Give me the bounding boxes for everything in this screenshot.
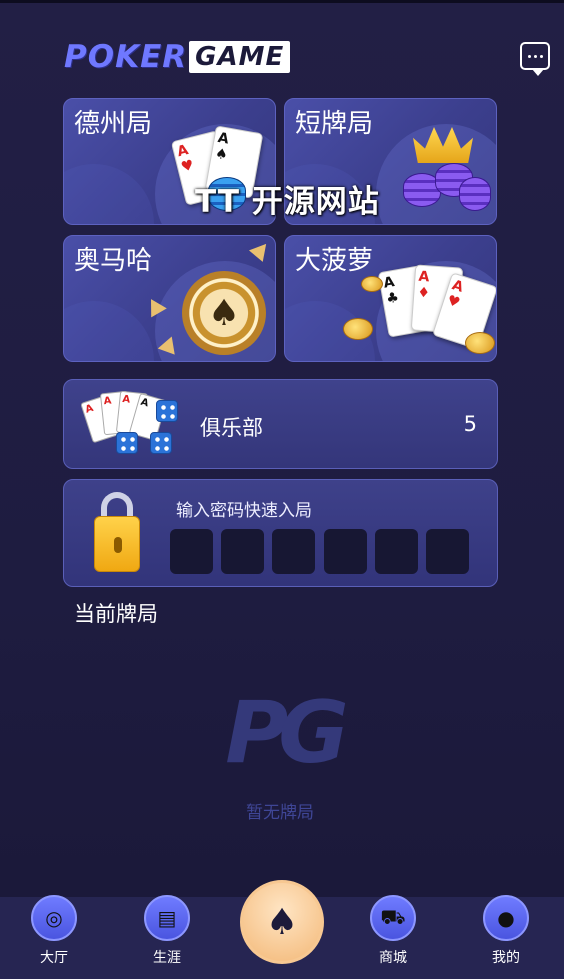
logo-poker-text: POKER: [64, 39, 188, 75]
nav-item-profile[interactable]: ● 我的: [466, 895, 546, 967]
pin-digit-input[interactable]: [272, 529, 315, 574]
dice-icon: [116, 432, 138, 454]
center-play-button[interactable]: ♠: [240, 880, 324, 964]
triangle-decoration: [248, 238, 274, 262]
password-title: 输入密码快速入局: [176, 501, 312, 521]
club-label: 俱乐部: [200, 416, 263, 440]
password-entry-panel: 输入密码快速入局: [63, 479, 498, 587]
game-card-pineapple[interactable]: 大菠萝 A ♣ A ♦ A ♥: [284, 235, 497, 362]
pin-digit-input[interactable]: [426, 529, 469, 574]
nav-item-career[interactable]: ▤ 生涯: [127, 895, 207, 967]
current-games-title: 当前牌局: [74, 602, 158, 626]
spade-chip-icon: ♠: [182, 271, 266, 355]
dice-icon: [150, 432, 172, 454]
nav-label: 我的: [492, 950, 520, 966]
pin-digit-input[interactable]: [221, 529, 264, 574]
spade-icon: ♠: [265, 901, 299, 943]
game-label: 奥马哈: [74, 246, 153, 276]
card-decoration: [64, 164, 154, 224]
pin-digit-input[interactable]: [375, 529, 418, 574]
dice-icon: [156, 400, 178, 422]
lock-icon-body: [94, 516, 140, 572]
chat-icon: [527, 54, 531, 58]
club-entry[interactable]: A A A A 俱乐部 5: [63, 379, 498, 469]
game-card-omaha[interactable]: 奥马哈 ♠: [63, 235, 276, 362]
nav-label: 商城: [379, 950, 407, 966]
message-button[interactable]: [520, 42, 550, 76]
logo-game-text: GAME: [189, 41, 291, 73]
app-logo: POKER GAME: [64, 39, 291, 75]
coin-icon: [343, 318, 373, 340]
lobby-icon: ◎: [31, 895, 77, 941]
coin-icon: [465, 332, 495, 354]
club-count: 5: [463, 412, 477, 436]
empty-state-text: 暂无牌局: [246, 803, 314, 823]
pin-digit-input[interactable]: [324, 529, 367, 574]
status-bar: [0, 0, 564, 3]
nav-item-shop[interactable]: ⛟ 商城: [353, 895, 433, 967]
empty-state-logo: PG: [225, 683, 349, 783]
nav-label: 生涯: [153, 950, 181, 966]
watermark-text: TT 开源网站: [195, 184, 380, 220]
cart-icon: ⛟: [370, 895, 416, 941]
chat-icon-dot: [533, 54, 537, 58]
user-icon: ●: [483, 895, 529, 941]
game-label: 大菠萝: [295, 246, 374, 276]
game-label: 短牌局: [295, 109, 374, 139]
card-decoration: [64, 301, 154, 361]
app-screen: POKER GAME 德州局 A ♥ A ♠ 短牌局 奥马哈 ♠ 大菠萝 A ♣…: [0, 0, 564, 979]
chips-icon: [459, 177, 491, 211]
chat-icon-dot: [539, 54, 543, 58]
nav-label: 大厅: [40, 950, 68, 966]
game-label: 德州局: [74, 109, 153, 139]
pin-digit-input[interactable]: [170, 529, 213, 574]
nav-item-lobby[interactable]: ◎ 大厅: [14, 895, 94, 967]
clipboard-icon: ▤: [144, 895, 190, 941]
coin-icon: [361, 276, 383, 292]
